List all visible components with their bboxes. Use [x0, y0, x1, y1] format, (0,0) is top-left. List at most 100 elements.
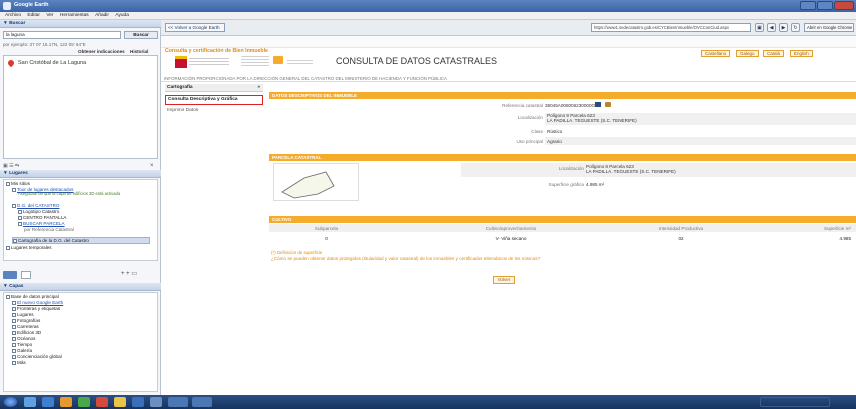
layer-item[interactable]: Tiempo	[17, 342, 32, 347]
table-cell: 4.985	[839, 236, 852, 241]
panel-tools-icon[interactable]: ▣ ☰ ⇆	[3, 163, 43, 169]
back-to-earth-link[interactable]: << Volver a Google Earth	[165, 23, 225, 32]
section-cultivo: CULTIVO	[269, 216, 856, 223]
taskbar-app-icon[interactable]	[24, 397, 36, 407]
open-in-chrome-button[interactable]: Abrir en Google Chrome	[804, 23, 854, 32]
nav-cartografia-label: Cartografía	[167, 85, 193, 90]
field-value: Polígono 8 Parcela 623 LA PADILLA. TEGUE…	[586, 164, 676, 174]
browser-toolbar: << Volver a Google Earth https://www1.se…	[161, 20, 856, 36]
government-logo	[175, 56, 187, 68]
field-label: Clase	[531, 129, 543, 134]
page-topbar	[161, 36, 856, 48]
field-label: Localización	[558, 166, 584, 171]
field-value: 4.985 m²	[586, 182, 605, 187]
reload-icon[interactable]: ↻	[791, 23, 800, 32]
menu-archivo[interactable]: Archivo	[5, 13, 21, 18]
places-panel-header[interactable]: ▼ Lugares	[0, 170, 161, 178]
table-header: Cultivo/aprovechamiento	[485, 226, 537, 231]
table-header: Subparcela	[314, 226, 339, 231]
add-icon[interactable]: + + ▭	[121, 270, 137, 277]
start-button[interactable]	[4, 397, 17, 407]
search-result-item[interactable]: San Cristóbal de La Laguna	[18, 60, 86, 66]
surface-definition-link[interactable]: (*) Definición de superficie	[271, 250, 322, 255]
places-item[interactable]: D.G. del CATASTRO	[17, 203, 59, 208]
back-arrow-icon[interactable]: ◀	[767, 23, 776, 32]
lang-english-button[interactable]: English	[790, 50, 813, 57]
taskbar-app-icon[interactable]	[150, 397, 162, 407]
taskbar-app-icon[interactable]	[96, 397, 108, 407]
places-item[interactable]: CENTRO PANTALLA	[23, 215, 66, 220]
layer-item[interactable]: Edificios 3D	[17, 330, 41, 335]
menu-bar: Archivo Editar Ver Herramientas Añadir A…	[0, 12, 856, 20]
refresh-icon[interactable]: ▣	[755, 23, 764, 32]
table-header: Intensidad Productiva	[658, 226, 704, 231]
search-panel-header[interactable]: ▼ Buscar	[0, 20, 161, 28]
map-pin-icon	[6, 58, 16, 68]
layer-item[interactable]: Fotografías	[17, 318, 40, 323]
close-icon[interactable]: ×	[150, 163, 154, 169]
field-label: Localización	[517, 115, 543, 120]
search-button[interactable]: Buscar	[124, 31, 158, 39]
search-input[interactable]: la laguna	[3, 31, 121, 39]
field-label: Uso principal	[516, 139, 543, 144]
layer-item[interactable]: El nuevo Google Earth	[17, 300, 63, 305]
section-parcela: PARCELA CATASTRAL	[269, 154, 856, 161]
layer-item[interactable]: Fronteras y etiquetas	[17, 306, 60, 311]
layer-item[interactable]: Carreteras	[17, 324, 39, 329]
field-label: Superficie gráfica	[548, 182, 585, 187]
places-item[interactable]: Lugares temporales	[11, 245, 52, 250]
taskbar-app-icon[interactable]	[132, 397, 144, 407]
places-item[interactable]: BUSCAR PARCELA	[23, 221, 65, 226]
menu-herramientas[interactable]: Herramientas	[60, 13, 89, 18]
taskbar-app-icon[interactable]	[60, 397, 72, 407]
places-item[interactable]: Mis sitios	[11, 181, 30, 186]
layers-view-icon[interactable]	[21, 271, 31, 279]
places-item[interactable]: Logotipo Catastro	[23, 209, 59, 214]
menu-anadir[interactable]: Añadir	[95, 13, 109, 18]
map-icon[interactable]	[595, 102, 601, 107]
volver-button[interactable]: Volver	[493, 276, 515, 284]
field-value: Polígono 8 Parcela 623 LA PADILLA. TEGUE…	[547, 113, 637, 123]
minimize-button[interactable]	[800, 1, 816, 10]
side-panel: ▼ Buscar la laguna Buscar por ejemplo: 3…	[0, 20, 161, 395]
taskbar-app-icon[interactable]	[114, 397, 126, 407]
menu-editar[interactable]: Editar	[27, 13, 40, 18]
table-cell: V- Viña secano	[495, 236, 527, 241]
url-field[interactable]: https://www1.sedecatastro.gob.es/CYCBien…	[591, 23, 751, 32]
layer-item[interactable]: Más	[17, 360, 26, 365]
directions-link[interactable]: Obtener indicaciones	[78, 49, 125, 54]
taskbar	[0, 395, 856, 409]
taskbar-app-icon[interactable]	[78, 397, 90, 407]
layer-item[interactable]: Lugares	[17, 312, 34, 317]
menu-ver[interactable]: Ver	[46, 13, 53, 18]
layers-map-icon[interactable]	[3, 271, 17, 279]
menu-ayuda[interactable]: Ayuda	[115, 13, 129, 18]
taskbar-app-icon[interactable]	[192, 397, 212, 407]
lang-catala-button[interactable]: Català	[763, 50, 785, 57]
close-button[interactable]	[834, 1, 854, 10]
taskbar-app-icon[interactable]	[42, 397, 54, 407]
catastro-text	[287, 60, 313, 66]
history-link[interactable]: Historial	[130, 49, 148, 54]
forward-arrow-icon[interactable]: ▶	[779, 23, 788, 32]
layers-panel-header[interactable]: ▼ Capas	[0, 283, 161, 291]
layer-item[interactable]: Concienciación global	[17, 354, 62, 359]
print-icon[interactable]	[605, 102, 611, 107]
lang-galego-button[interactable]: Galego	[736, 50, 759, 57]
clock[interactable]	[836, 397, 852, 407]
app-icon	[3, 2, 11, 10]
nav-imprimir[interactable]: Imprimir Datos	[165, 108, 263, 116]
protected-data-help-link[interactable]: ¿Cómo se pueden obtener datos protegidos…	[271, 256, 540, 261]
layer-item[interactable]: Base de datos principal	[11, 294, 59, 299]
lang-castellano-button[interactable]: Castellano	[701, 50, 731, 57]
ministry-text	[241, 56, 269, 66]
taskbar-app-icon[interactable]	[168, 397, 188, 407]
layer-item[interactable]: Océanos	[17, 336, 35, 341]
system-tray[interactable]	[760, 397, 830, 407]
nav-consulta-descriptiva[interactable]: Consulta Descriptiva y Gráfica	[165, 95, 263, 105]
layer-item[interactable]: Galería	[17, 348, 32, 353]
places-item-selected[interactable]: Cartografía de la D.G. del Catastro	[18, 238, 89, 243]
maximize-button[interactable]	[817, 1, 833, 10]
nav-cartografia[interactable]: Cartografía »	[165, 84, 263, 92]
web-page: Consulta y certificación de Bien Inmuebl…	[161, 36, 856, 395]
